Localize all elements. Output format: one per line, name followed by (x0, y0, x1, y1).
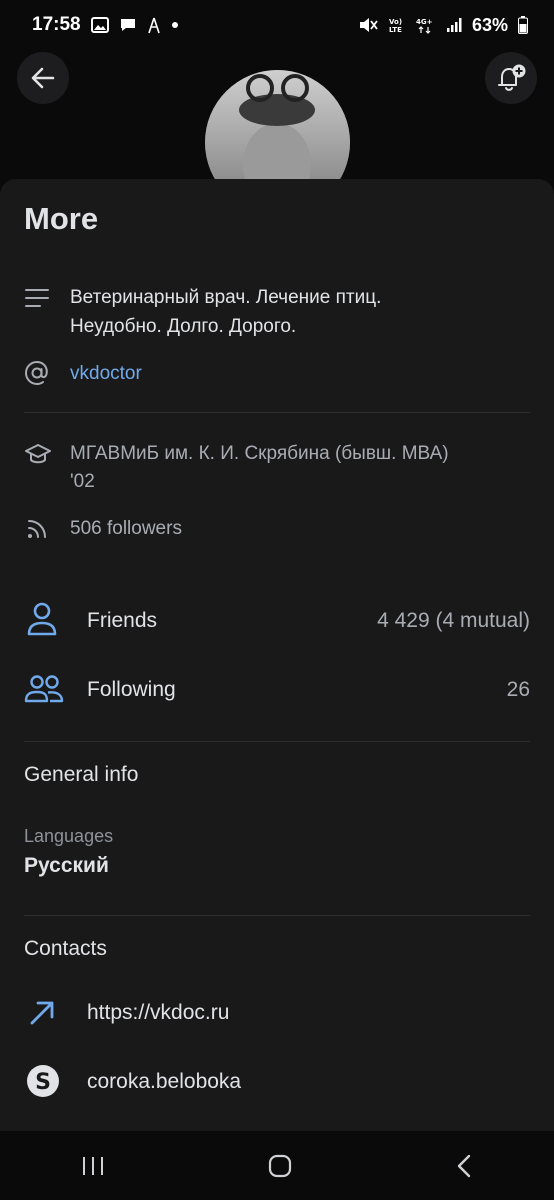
skype-icon: S (26, 1064, 60, 1098)
friends-label: Friends (87, 609, 158, 632)
status-right: Vo) LTE 4G+ 63% (358, 15, 528, 36)
chat-bubble-icon (119, 17, 137, 33)
friends-value: 4 429 (4 mutual) (377, 609, 530, 632)
battery-percent: 63% (471, 14, 508, 35)
battery-icon (518, 16, 528, 34)
chevron-left-icon (457, 1154, 470, 1177)
education-line-2: '02 (70, 471, 95, 492)
website-row[interactable]: https://vkdoc.ru (0, 989, 554, 1039)
home-icon (268, 1154, 292, 1177)
status-left: 17:58 (32, 14, 179, 36)
general-info-heading: General info (24, 763, 139, 786)
bio-line-1: Ветеринарный врач. Лечение птиц. (70, 287, 382, 308)
followers-count[interactable]: 506 followers (70, 518, 182, 540)
recents-icon (83, 1156, 104, 1175)
people-icon (24, 674, 64, 704)
rss-icon (26, 518, 48, 540)
more-sheet: More Ветеринарный врач. Лечение птиц. Не… (0, 179, 554, 1131)
notifications-subscribe-button[interactable] (485, 52, 537, 104)
at-sign-icon (24, 360, 50, 386)
home-button[interactable] (267, 1153, 293, 1179)
graduation-cap-icon (24, 443, 52, 467)
languages-value: Русский (24, 854, 109, 877)
languages-label: Languages (24, 826, 114, 846)
following-label: Following (87, 678, 176, 701)
text-lines-icon (24, 287, 50, 309)
signal-bars-icon (446, 17, 462, 33)
following-value: 26 (506, 678, 530, 701)
person-icon (26, 601, 58, 637)
volte-icon: Vo) LTE (388, 16, 406, 34)
recent-apps-button[interactable] (80, 1154, 106, 1178)
status-time: 17:58 (32, 14, 81, 35)
notification-dot-icon (171, 21, 179, 29)
status-bar: 17:58 Vo) LTE 4G+ 63% (0, 0, 554, 50)
gallery-icon (90, 17, 109, 33)
following-row[interactable]: Following 26 (0, 660, 554, 720)
bell-add-icon (494, 61, 528, 95)
divider (24, 741, 530, 742)
divider (24, 412, 530, 413)
back-button[interactable] (17, 52, 69, 104)
svg-text:S: S (35, 1070, 51, 1095)
contacts-heading: Contacts (24, 937, 107, 960)
bio-line-2: Неудобно. Долго. Дорого. (70, 316, 297, 337)
skype-row[interactable]: S coroka.beloboka (0, 1058, 554, 1108)
system-nav-bar (0, 1131, 554, 1200)
divider (24, 915, 530, 916)
education-line-1: МГАВМиБ им. К. И. Скрябина (бывш. МВА) (70, 443, 449, 464)
svg-text:LTE: LTE (389, 26, 402, 34)
username-link[interactable]: vkdoctor (70, 363, 142, 385)
arrow-left-icon (29, 64, 57, 92)
skype-username[interactable]: coroka.beloboka (87, 1070, 241, 1094)
friends-row[interactable]: Friends 4 429 (4 mutual) (0, 591, 554, 651)
signal-tower-icon (147, 16, 161, 34)
svg-text:4G+: 4G+ (416, 18, 433, 26)
system-back-button[interactable] (454, 1153, 474, 1179)
svg-text:Vo): Vo) (389, 18, 402, 26)
mute-icon (358, 16, 378, 34)
website-link[interactable]: https://vkdoc.ru (87, 1001, 229, 1025)
mobile-data-icon: 4G+ (416, 16, 436, 34)
sheet-title: More (24, 201, 99, 236)
arrow-up-right-icon (28, 999, 56, 1027)
